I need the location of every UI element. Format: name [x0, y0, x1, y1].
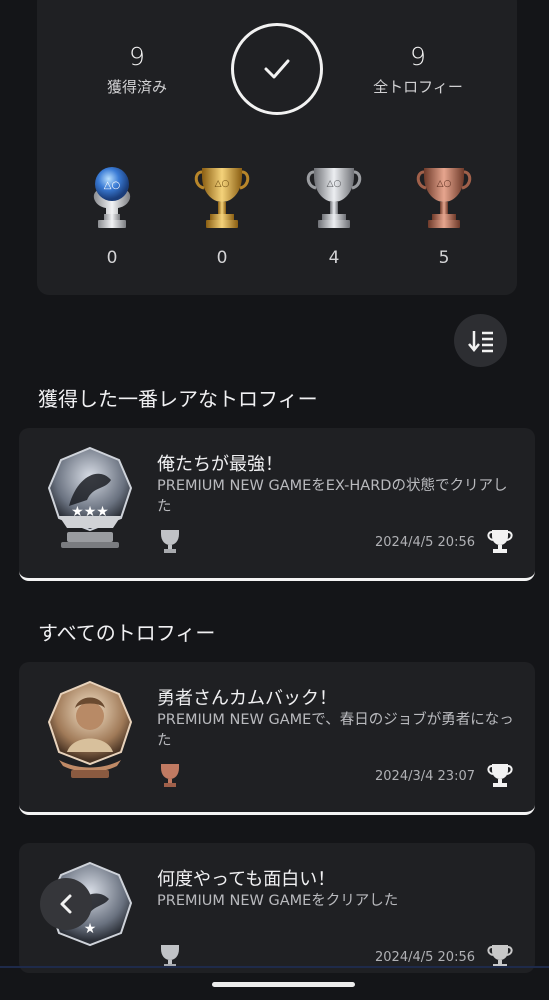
- bronze-count: 5: [438, 248, 450, 268]
- check-icon: [264, 59, 290, 79]
- silver-count: 4: [328, 248, 340, 268]
- total-count: 9: [410, 42, 426, 71]
- svg-text:★★★: ★★★: [71, 504, 109, 520]
- earned-count: 9: [129, 42, 145, 71]
- earned-label: 獲得済み: [106, 78, 167, 96]
- sort-button[interactable]: [454, 314, 507, 367]
- trophy-summary-card: 9 獲得済み 9 全トロフィー △○ 0 △○ 0 △○ 4 △○ 5: [37, 0, 517, 295]
- back-button[interactable]: [40, 878, 92, 930]
- svg-text:△○: △○: [437, 179, 452, 189]
- total-count-block: 9 全トロフィー: [353, 42, 483, 97]
- platinum-trophy-icon: △○: [93, 167, 131, 228]
- svg-text:△○: △○: [215, 179, 230, 189]
- trophy-earned-icon: [487, 764, 513, 787]
- rarest-trophy-card[interactable]: ★★★ 俺たちが最強！ PREMIUM NEW GAMEをEX-HARDの状態で…: [19, 428, 535, 581]
- trophy-name: 俺たちが最強！: [157, 454, 283, 475]
- trophy-art-silver: ★★★: [47, 446, 133, 548]
- trophy-list-item[interactable]: ★ 何度やっても面白い！ PREMIUM NEW GAMEをクリアした 2024…: [19, 843, 535, 973]
- trophy-name: 勇者さんカムバック！: [157, 688, 337, 709]
- silver-grade-icon: [161, 530, 179, 553]
- trophy-description: PREMIUM NEW GAMEをクリアした: [157, 893, 399, 909]
- trophy-name: 何度やっても面白い！: [157, 869, 336, 890]
- home-indicator[interactable]: [212, 982, 355, 987]
- earned-date: 2024/4/5 20:56: [375, 950, 475, 965]
- earned-date: 2024/4/5 20:56: [375, 535, 475, 550]
- silver-trophy-stat: △○ 4: [299, 162, 369, 268]
- bronze-trophy-icon: △○: [416, 168, 472, 228]
- trophy-art-bronze: [47, 680, 133, 778]
- svg-text:★: ★: [84, 921, 97, 937]
- bronze-grade-icon: [161, 764, 179, 787]
- total-label: 全トロフィー: [373, 78, 463, 96]
- sort-icon: [467, 330, 493, 352]
- svg-text:△○: △○: [104, 180, 120, 191]
- completion-check-icon: [231, 23, 323, 115]
- silver-trophy-icon: △○: [306, 168, 362, 228]
- trophy-earned-icon: [487, 530, 513, 553]
- bottom-divider: [0, 966, 549, 968]
- bronze-trophy-stat: △○ 5: [409, 162, 479, 268]
- chevron-left-icon: [60, 894, 72, 914]
- gold-count: 0: [216, 248, 228, 268]
- trophy-description: PREMIUM NEW GAMEをEX-HARDの状態でクリアした: [157, 478, 508, 515]
- svg-text:△○: △○: [327, 179, 342, 189]
- earned-count-block: 9 獲得済み: [72, 42, 202, 97]
- gold-trophy-icon: △○: [194, 168, 250, 228]
- platinum-count: 0: [106, 248, 118, 268]
- trophy-description: PREMIUM NEW GAMEで、春日のジョブが勇者になった: [157, 712, 514, 749]
- earned-date: 2024/3/4 23:07: [375, 769, 475, 784]
- rarest-section-title: 獲得した一番レアなトロフィー: [38, 387, 318, 411]
- trophy-list-item[interactable]: 勇者さんカムバック！ PREMIUM NEW GAMEで、春日のジョブが勇者にな…: [19, 662, 535, 815]
- gold-trophy-stat: △○ 0: [187, 162, 257, 268]
- platinum-trophy-stat: △○ 0: [77, 162, 147, 268]
- all-trophies-section-title: すべてのトロフィー: [38, 621, 216, 645]
